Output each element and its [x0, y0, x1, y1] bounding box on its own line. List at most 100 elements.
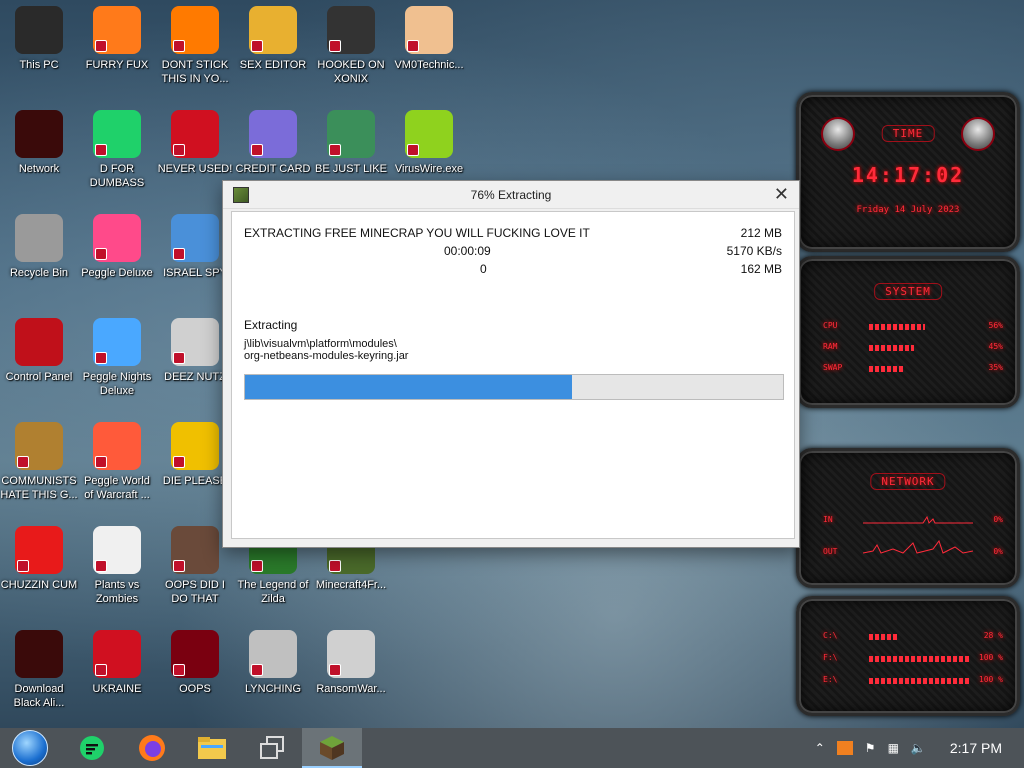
taskbar-task-view[interactable]: [242, 728, 302, 768]
desktop-icon[interactable]: VM0Technic...: [390, 6, 468, 72]
shortcut-arrow-icon: [329, 664, 341, 676]
taskbar-file-explorer[interactable]: [182, 728, 242, 768]
devcpp-icon: [171, 110, 219, 158]
shortcut-arrow-icon: [173, 664, 185, 676]
desktop-icon-label: Network: [18, 163, 60, 175]
shortcut-arrow-icon: [173, 248, 185, 260]
taskbar-firefox[interactable]: [122, 728, 182, 768]
disk-bar: [869, 634, 897, 640]
start-button[interactable]: [0, 728, 60, 768]
desktop-icon-label: COMMUNISTS HATE THIS G...: [0, 475, 78, 501]
desktop-icon[interactable]: LYNCHING: [234, 630, 312, 696]
desktop-icon[interactable]: UKRAINE: [78, 630, 156, 696]
close-icon[interactable]: ✕: [774, 184, 789, 205]
disk-stat-row: F:\ 100 %: [823, 653, 1003, 665]
system-stat-row: RAM 45%: [823, 342, 1003, 354]
remaining: 0: [480, 262, 487, 276]
shortcut-arrow-icon: [251, 40, 263, 52]
disk-bar: [869, 678, 969, 684]
desktop-icon-label: D FOR DUMBASS: [89, 163, 145, 189]
desktop-icon-label: OOPS: [179, 683, 211, 695]
desktop-icon[interactable]: RansomWar...: [312, 630, 390, 696]
hammer-icon: [171, 630, 219, 678]
desktop-icon[interactable]: Control Panel: [0, 318, 78, 384]
desktop-icon[interactable]: D FOR DUMBASS: [78, 110, 156, 190]
taskbar-chat-app[interactable]: [62, 728, 122, 768]
alienware-head-icon: [821, 117, 855, 151]
stat-label: SWAP: [823, 363, 843, 372]
desktop-icon[interactable]: NEVER USED!: [156, 110, 234, 176]
lime-icon: [405, 110, 453, 158]
noose-icon: [249, 630, 297, 678]
network-icon[interactable]: ▦: [888, 741, 899, 755]
portrait-icon: [171, 526, 219, 574]
desktop-icon-label: OOPS DID I DO THAT: [165, 579, 225, 605]
network-out-value: 0%: [993, 547, 1003, 556]
windows-stack-icon: [260, 736, 284, 759]
desktop-icon[interactable]: Download Black Ali...: [0, 630, 78, 710]
peggle-icon: [93, 214, 141, 262]
disk-stat-row: E:\ 100 %: [823, 675, 1003, 687]
recycle-bin-icon: [15, 214, 63, 262]
traffic-cone-icon: [171, 6, 219, 54]
shortcut-arrow-icon: [95, 664, 107, 676]
dialog-titlebar[interactable]: 76% Extracting ✕: [223, 181, 799, 209]
desktop-icon[interactable]: SEX EDITOR: [234, 6, 312, 72]
desktop-icon[interactable]: Recycle Bin: [0, 214, 78, 280]
desktop-icon[interactable]: COMMUNISTS HATE THIS G...: [0, 422, 78, 502]
tray-clock[interactable]: 2:17 PM: [950, 740, 1002, 756]
flag-icon[interactable]: ⚑: [865, 741, 876, 755]
desktop-icon[interactable]: HOOKED ON XONIX: [312, 6, 390, 86]
desktop-icon-label: SEX EDITOR: [239, 59, 307, 71]
desktop-icon-label: LYNCHING: [244, 683, 302, 695]
desktop-icon[interactable]: CREDIT CARD: [234, 110, 312, 176]
clock-readout: 14:17:02: [851, 163, 965, 187]
chevron-up-icon[interactable]: ⌃: [815, 741, 825, 755]
desktop-icon[interactable]: Peggle World of Warcraft ...: [78, 422, 156, 502]
desktop-icon[interactable]: CHUZZIN CUM: [0, 526, 78, 592]
desktop-icon[interactable]: OOPS: [156, 630, 234, 696]
desktop-icon-label: Minecraft4Fr...: [315, 579, 387, 591]
desktop-icon[interactable]: BE JUST LIKE: [312, 110, 390, 176]
desktop-icon-label: BE JUST LIKE: [315, 163, 387, 175]
desktop-icon-label: The Legend of Zilda: [237, 579, 309, 605]
shortcut-arrow-icon: [251, 664, 263, 676]
stat-bar: [869, 345, 914, 351]
desktop-icon[interactable]: Network: [0, 110, 78, 176]
stat-value: 35%: [988, 363, 1003, 372]
desktop-icon[interactable]: Peggle Nights Deluxe: [78, 318, 156, 398]
network-title: NETWORK: [870, 473, 946, 490]
xonix-icon: [327, 6, 375, 54]
desktop-icon[interactable]: VirusWire.exe: [390, 110, 468, 176]
taskbar-extractor[interactable]: [302, 728, 362, 768]
volume-icon[interactable]: 🔈: [911, 741, 926, 755]
desktop-icon[interactable]: Plants vs Zombies: [78, 526, 156, 606]
system-tray: ⌃ ⚑ ▦ 🔈 2:17 PM: [809, 728, 1024, 768]
progress-bar: [244, 374, 784, 400]
network-in-value: 0%: [993, 515, 1003, 524]
disk-widget: C:\ 28 % F:\ 100 % E:\ 100 %: [796, 596, 1020, 716]
current-file: org-netbeans-modules-keyring.jar: [244, 350, 409, 362]
extract-dialog: 76% Extracting ✕ EXTRACTING FREE MINECRA…: [222, 180, 800, 548]
speed: 5170 KB/s: [726, 244, 782, 258]
network-in-row: IN 0%: [823, 515, 1003, 527]
desktop-icon[interactable]: DONT STICK THIS IN YO...: [156, 6, 234, 86]
de-icon: [171, 422, 219, 470]
disk-value: 100 %: [978, 675, 1003, 684]
desktop-icon-label: CREDIT CARD: [235, 163, 311, 175]
firefox-icon: [93, 6, 141, 54]
desktop-icon[interactable]: This PC: [0, 6, 78, 72]
stat-bar: [869, 324, 925, 330]
network-out-row: OUT 0%: [823, 539, 1003, 559]
tray-app-icon[interactable]: [836, 741, 853, 755]
shortcut-arrow-icon: [251, 144, 263, 156]
desktop-icon[interactable]: FURRY FUX: [78, 6, 156, 72]
peggle-nights-icon: [93, 318, 141, 366]
dialog-content: EXTRACTING FREE MINECRAP YOU WILL FUCKIN…: [231, 211, 795, 539]
shortcut-arrow-icon: [173, 560, 185, 572]
desktop-icon[interactable]: Peggle Deluxe: [78, 214, 156, 280]
flower-icon: [93, 526, 141, 574]
desktop-icon-label: This PC: [19, 59, 59, 71]
elapsed-time: 00:00:09: [444, 244, 491, 258]
windows-stack-icon: [171, 318, 219, 366]
